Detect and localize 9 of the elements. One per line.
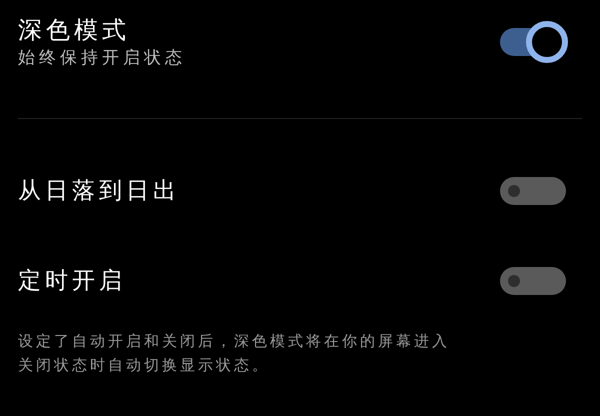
setting-subtitle: 始终保持开启状态: [18, 47, 186, 70]
footer-note: 关闭状态时自动切换显示状态。: [18, 355, 271, 376]
toggle-switch[interactable]: [500, 267, 566, 295]
toggle-switch[interactable]: [498, 21, 568, 63]
toggle-switch[interactable]: [500, 177, 566, 205]
setting-label: 从日落到日出: [18, 176, 180, 206]
setting-label: 定时开启: [18, 266, 126, 296]
setting-title: 深色模式: [18, 15, 131, 46]
footer-note: 设定了自动开启和关闭后，深色模式将在你的屏幕进入: [18, 331, 451, 352]
